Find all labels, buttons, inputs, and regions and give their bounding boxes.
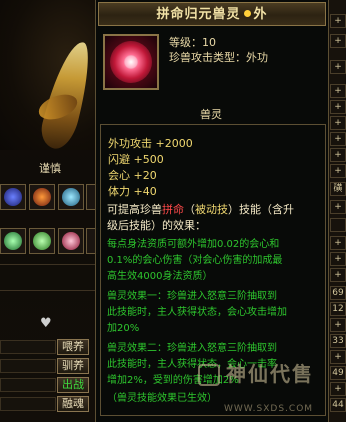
level-line: 等级：10 — [169, 36, 216, 49]
item-tooltip: 拼命归元兽灵外 等级：10 珍兽攻击类型：外功 兽灵 外功攻击 +2000 闪避… — [95, 0, 329, 422]
right-cell[interactable]: 12 — [330, 302, 346, 316]
right-cell[interactable]: + — [330, 382, 346, 396]
right-cell[interactable]: + — [330, 252, 346, 266]
skill-orb-icon — [4, 188, 22, 206]
stat-bar — [0, 378, 56, 392]
effect-line: 兽灵效果二：珍兽进入怒意三阶抽取到 — [107, 343, 277, 354]
feed-button[interactable]: 喂养 — [57, 339, 89, 355]
stat-bar — [0, 397, 56, 411]
desc-text: 可提高珍兽 — [107, 203, 162, 216]
desc-text: （ — [184, 203, 195, 216]
skill-orb-icon — [62, 188, 80, 206]
desc-skill-type: 被动技 — [195, 203, 228, 216]
right-cell[interactable]: 69 — [330, 286, 346, 300]
stat-line: 体力 +40 — [108, 185, 157, 198]
detail-box: 外功攻击 +2000 闪避 +500 会心 +20 体力 +40 可提高珍兽拼命… — [100, 124, 326, 416]
section-title: 兽灵 — [200, 108, 222, 121]
right-cell[interactable]: + — [330, 34, 346, 48]
desc-text: ）技能（含升 — [228, 203, 294, 216]
effect-line: 0.1%的会心伤害（对会心伤害的加成最 — [107, 255, 283, 266]
skill-orb-icon — [4, 232, 22, 250]
deploy-button[interactable]: 出战 — [57, 377, 89, 393]
right-cell[interactable] — [330, 218, 346, 232]
stat-bar — [0, 340, 56, 354]
tooltip-title-bar: 拼命归元兽灵外 — [98, 2, 326, 26]
quality-dot-icon — [243, 10, 251, 17]
right-cell[interactable]: 磺 — [330, 182, 346, 196]
soul-fuse-button[interactable]: 融魂 — [57, 396, 89, 412]
skill-orb-icon — [33, 188, 51, 206]
skill-slot[interactable] — [29, 228, 55, 254]
right-cell[interactable]: + — [330, 236, 346, 250]
tooltip-title-name: 拼命归元兽灵 — [156, 7, 241, 22]
effect-line: 此技能时，主人获得状态，会心攻击增加 — [107, 307, 287, 318]
stat-line: 闪避 +500 — [108, 153, 164, 166]
game-screen: 谨慎 ♥ 喂养 驯养 出战 融魂 + + + + + + + + + 磺 + +… — [0, 0, 346, 422]
stat-line: 会心 +20 — [108, 169, 157, 182]
train-button[interactable]: 驯养 — [57, 358, 89, 374]
right-cell[interactable]: + — [330, 200, 346, 214]
right-cell[interactable]: + — [330, 84, 346, 98]
beast-soul-icon — [103, 34, 159, 90]
skill-slot[interactable] — [0, 228, 26, 254]
effect-line: 高生效4000身法资质） — [107, 271, 213, 282]
right-cell[interactable]: + — [330, 132, 346, 146]
skill-orb-icon — [62, 232, 80, 250]
right-cell[interactable]: + — [330, 350, 346, 364]
right-cell[interactable]: + — [330, 116, 346, 130]
description-line: 级后技能）的效果： — [107, 219, 206, 232]
right-cell[interactable]: + — [330, 148, 346, 162]
tooltip-title: 拼命归元兽灵外 — [156, 7, 267, 22]
heart-icon: ♥ — [40, 316, 52, 331]
right-cell[interactable]: 33 — [330, 334, 346, 348]
beast-soul-core-icon — [124, 55, 138, 69]
effect-line: 此技能时，主人获得状态，会心一击率 — [107, 359, 277, 370]
pet-name-label: 谨慎 — [39, 162, 61, 175]
right-cell[interactable]: + — [330, 60, 346, 74]
skill-slot[interactable] — [29, 184, 55, 210]
tooltip-title-suffix: 外 — [253, 7, 268, 22]
description-line: 可提高珍兽拼命（被动技）技能（含升 — [107, 202, 327, 218]
stat-bar — [0, 359, 56, 373]
effect-line: 每点身法资质可额外增加0.02的会心和 — [107, 239, 280, 250]
stat-line: 外功攻击 +2000 — [108, 137, 193, 150]
right-cell[interactable]: + — [330, 164, 346, 178]
skill-slot[interactable] — [58, 228, 84, 254]
skill-slot[interactable] — [0, 184, 26, 210]
skill-slot[interactable] — [58, 184, 84, 210]
pet-panel: 谨慎 ♥ 喂养 驯养 出战 融魂 — [0, 0, 100, 422]
divider — [0, 264, 96, 265]
effect-line: 加20% — [107, 323, 140, 334]
divider — [0, 290, 96, 291]
right-cell[interactable]: 49 — [330, 366, 346, 380]
right-cell[interactable]: + — [330, 318, 346, 332]
effect-line: 兽灵效果一：珍兽进入怒意三阶抽取到 — [107, 291, 277, 302]
right-cell[interactable]: 44 — [330, 398, 346, 412]
skill-orb-icon — [33, 232, 51, 250]
pet-portrait — [0, 0, 97, 153]
right-cell[interactable]: + — [330, 100, 346, 114]
desc-skill-name: 拼命 — [162, 203, 184, 216]
right-cell[interactable]: + — [330, 14, 346, 28]
attack-type-line: 珍兽攻击类型：外功 — [169, 51, 268, 64]
effect-line: 增加2%，受到的伤害增加2% — [107, 375, 239, 386]
effect-line: （兽灵技能效果已生效） — [107, 393, 217, 404]
right-cell[interactable]: + — [330, 268, 346, 282]
